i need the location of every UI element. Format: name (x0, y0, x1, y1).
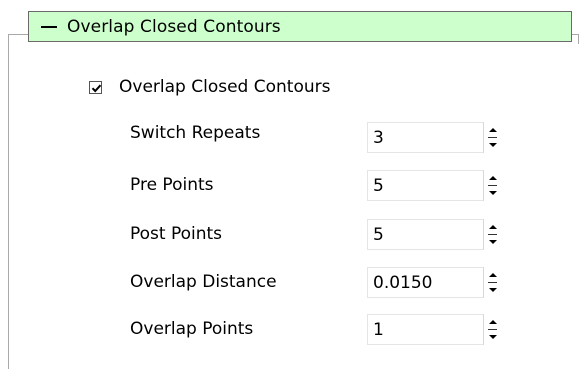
pre-points-spin-buttons (483, 170, 501, 201)
group-title: Overlap Closed Contours (67, 16, 281, 37)
arrow-up-icon (488, 175, 497, 180)
checkbox-label: Overlap Closed Contours (119, 77, 331, 97)
overlap-distance-label: Overlap Distance (130, 272, 277, 292)
post-points-label: Post Points (130, 224, 223, 244)
spin-down-button[interactable] (484, 185, 501, 200)
group-border-left (8, 34, 9, 369)
arrow-down-icon (488, 287, 497, 292)
arrow-down-icon (488, 142, 497, 147)
spin-down-button[interactable] (484, 282, 501, 297)
arrow-up-icon (488, 272, 497, 277)
pre-points-spinner (367, 170, 509, 201)
collapse-minus-icon[interactable] (41, 25, 57, 28)
spin-up-button[interactable] (484, 267, 501, 282)
switch-repeats-spin-buttons (483, 122, 501, 153)
overlap-distance-spinner (367, 267, 509, 298)
overlap-points-spin-buttons (483, 314, 501, 345)
pre-points-label: Pre Points (130, 175, 214, 195)
switch-repeats-label: Switch Repeats (130, 123, 261, 143)
overlap-distance-spin-buttons (483, 267, 501, 298)
arrow-down-icon (488, 190, 497, 195)
switch-repeats-input[interactable] (367, 122, 483, 153)
switch-repeats-spinner (367, 122, 509, 153)
spin-up-button[interactable] (484, 219, 501, 234)
arrow-up-icon (488, 224, 497, 229)
spin-up-button[interactable] (484, 314, 501, 329)
spin-up-button[interactable] (484, 170, 501, 185)
arrow-up-icon (488, 319, 497, 324)
overlap-checkbox-row[interactable]: Overlap Closed Contours (89, 77, 330, 97)
post-points-spin-buttons (483, 219, 501, 250)
group-header[interactable]: Overlap Closed Contours (28, 11, 572, 42)
post-points-spinner (367, 219, 509, 250)
spin-up-button[interactable] (484, 122, 501, 137)
arrow-down-icon (488, 334, 497, 339)
post-points-input[interactable] (367, 219, 483, 250)
spin-down-button[interactable] (484, 137, 501, 152)
spin-down-button[interactable] (484, 234, 501, 249)
pre-points-input[interactable] (367, 170, 483, 201)
overlap-distance-input[interactable] (367, 267, 483, 298)
arrow-up-icon (488, 127, 497, 132)
checkmark-icon (91, 84, 102, 92)
overlap-points-label: Overlap Points (130, 319, 254, 339)
arrow-down-icon (488, 239, 497, 244)
overlap-closed-contours-checkbox[interactable] (89, 80, 102, 94)
spin-down-button[interactable] (484, 329, 501, 344)
group-border-right (578, 34, 579, 44)
overlap-points-spinner (367, 314, 509, 345)
overlap-points-input[interactable] (367, 314, 483, 345)
